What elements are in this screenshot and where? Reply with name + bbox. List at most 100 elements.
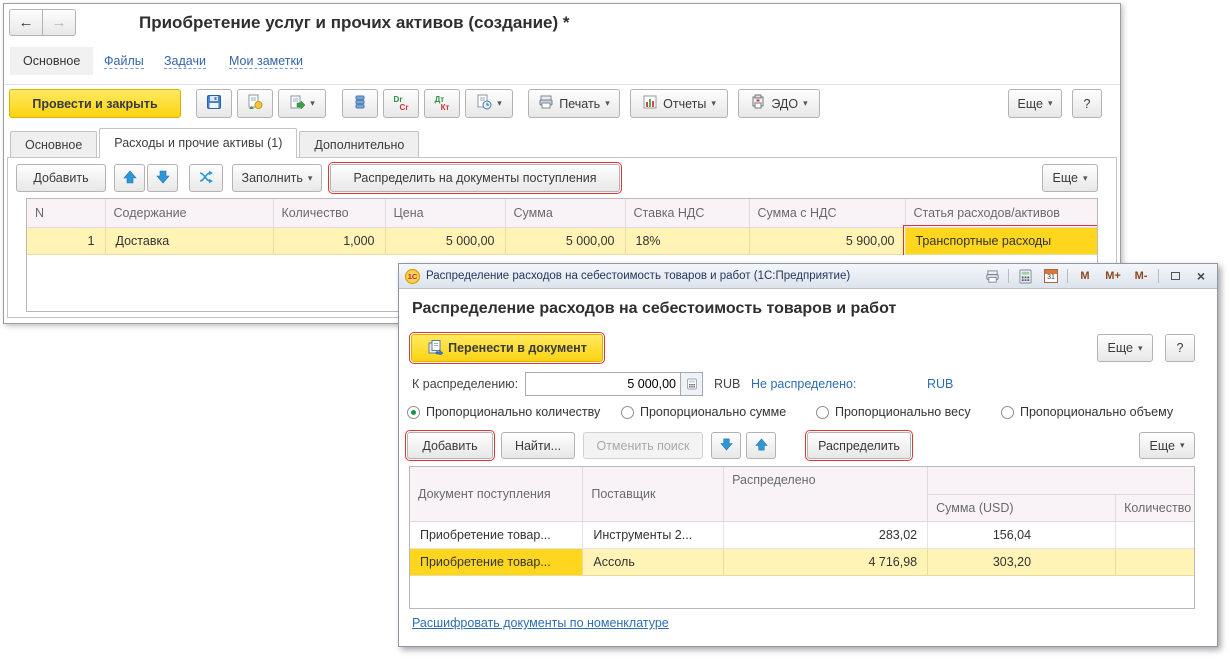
distribution-dialog: 1С Распределение расходов на себестоимос… bbox=[398, 263, 1218, 647]
dialog-help-button[interactable]: ? bbox=[1165, 334, 1195, 362]
drcr-icon: Dr Cr bbox=[393, 94, 409, 112]
back-button[interactable]: ← bbox=[9, 9, 43, 36]
tab-main[interactable]: Основное bbox=[10, 131, 98, 158]
history-menu-button[interactable]: ▾ bbox=[465, 89, 513, 118]
close-button[interactable]: × bbox=[1191, 267, 1211, 285]
col-group-header bbox=[927, 467, 1194, 495]
dialog-distribute-button[interactable]: Распределить bbox=[805, 430, 913, 461]
grid-empty-area bbox=[410, 575, 1194, 608]
dialog-titlebar[interactable]: 1С Распределение расходов на себестоимос… bbox=[399, 264, 1217, 289]
back-icon: ← bbox=[18, 14, 34, 31]
grid-more-button[interactable]: Еще ▾ bbox=[1042, 164, 1098, 192]
radio-by-volume[interactable]: Пропорционально объему bbox=[1001, 405, 1173, 419]
1c-logo-icon: 1С bbox=[405, 268, 420, 284]
table-row[interactable]: 1 Доставка 1,000 5 000,00 5 000,00 18% 5… bbox=[27, 225, 1097, 256]
reports-button[interactable]: Отчеты ▾ bbox=[630, 89, 728, 118]
col-supplier[interactable]: Поставщик bbox=[582, 467, 725, 522]
memory-mminus-button[interactable]: M- bbox=[1130, 270, 1152, 282]
nav-link-files[interactable]: Файлы bbox=[104, 54, 144, 69]
post-document-icon bbox=[247, 94, 263, 113]
tab-expenses[interactable]: Расходы и прочие активы (1) bbox=[99, 128, 298, 158]
dialog-move-down-button[interactable] bbox=[711, 432, 741, 459]
post-and-close-button[interactable]: Провести и закрыть bbox=[9, 89, 181, 118]
sort-button[interactable] bbox=[189, 164, 223, 192]
chevron-down-icon: ▾ bbox=[310, 98, 315, 108]
drcr-button[interactable]: Dr Cr bbox=[383, 89, 419, 118]
nav-item-main[interactable]: Основное bbox=[10, 47, 94, 75]
dialog-grid-more-button[interactable]: Еще ▾ bbox=[1139, 432, 1195, 459]
col-vat-rate[interactable]: Ставка НДС bbox=[624, 199, 750, 228]
calendar-icon[interactable]: 31 bbox=[1041, 267, 1061, 285]
more-button[interactable]: Еще ▾ bbox=[1008, 89, 1062, 118]
calculator-dropdown-button[interactable] bbox=[680, 373, 702, 395]
divider bbox=[1158, 269, 1159, 283]
not-distributed-currency[interactable]: RUB bbox=[927, 377, 953, 391]
page-title: Приобретение услуг и прочих активов (соз… bbox=[139, 13, 570, 32]
fill-menu-button[interactable]: Заполнить ▾ bbox=[232, 164, 322, 192]
col-expense-item[interactable]: Статья расходов/активов bbox=[904, 199, 1097, 228]
tab-additional[interactable]: Дополнительно bbox=[299, 131, 420, 158]
decrypt-documents-link[interactable]: Расшифровать документы по номенклатуре bbox=[412, 616, 669, 630]
not-distributed-label[interactable]: Не распределено: bbox=[751, 377, 856, 391]
grid-header-row: N Содержание Количество Цена Сумма Ставк… bbox=[27, 199, 1097, 228]
history-nav: ← → bbox=[9, 9, 76, 36]
dtkt-icon: Дт Кт bbox=[434, 94, 450, 112]
expense-item-cell[interactable]: Транспортные расходы bbox=[903, 225, 1097, 256]
col-content[interactable]: Содержание bbox=[104, 199, 274, 228]
find-button[interactable]: Найти... bbox=[501, 432, 575, 459]
divider bbox=[1008, 269, 1009, 283]
dialog-move-up-button[interactable] bbox=[746, 432, 776, 459]
add-row-button[interactable]: Добавить bbox=[16, 164, 106, 192]
col-sum-vat[interactable]: Сумма с НДС bbox=[748, 199, 906, 228]
col-n[interactable]: N bbox=[27, 199, 106, 228]
radio-by-sum[interactable]: Пропорционально сумме bbox=[621, 405, 786, 419]
arrow-up-icon bbox=[754, 438, 768, 454]
distribute-to-receipts-button[interactable]: Распределить на документы поступления bbox=[328, 162, 622, 194]
col-sum[interactable]: Сумма bbox=[504, 199, 626, 228]
restore-window-button[interactable] bbox=[1165, 267, 1185, 285]
titlebar-print-icon[interactable] bbox=[982, 267, 1002, 285]
report-chart-icon bbox=[642, 94, 658, 113]
radio-by-quantity[interactable]: Пропорционально количеству bbox=[407, 405, 600, 419]
post-document-button[interactable] bbox=[237, 89, 273, 118]
post-menu-icon bbox=[289, 94, 306, 113]
col-qty[interactable]: Количество bbox=[272, 199, 386, 228]
help-button[interactable]: ? bbox=[1072, 89, 1102, 118]
nav-link-notes[interactable]: Мои заметки bbox=[229, 54, 303, 69]
col-distributed[interactable]: Распределено bbox=[723, 467, 929, 522]
divider bbox=[4, 84, 1120, 85]
transfer-to-document-button[interactable]: Перенести в документ bbox=[409, 332, 605, 364]
col-price[interactable]: Цена bbox=[384, 199, 506, 228]
nav-link-tasks[interactable]: Задачи bbox=[164, 54, 206, 69]
print-button[interactable]: Печать ▾ bbox=[528, 89, 620, 118]
memory-mplus-button[interactable]: M+ bbox=[1102, 270, 1124, 282]
divider bbox=[1067, 269, 1068, 283]
memory-m-button[interactable]: M bbox=[1074, 270, 1096, 282]
table-row[interactable]: Приобретение товар... Ассоль 4 716,98 30… bbox=[410, 547, 1194, 576]
dialog-heading: Распределение расходов на себестоимость … bbox=[412, 300, 897, 317]
arrow-up-icon bbox=[122, 170, 137, 187]
to-distribute-input[interactable] bbox=[526, 373, 680, 395]
save-icon bbox=[206, 94, 222, 113]
current-cell[interactable]: Приобретение товар... bbox=[410, 547, 584, 576]
table-row[interactable]: Приобретение товар... Инструменты 2... 2… bbox=[410, 520, 1194, 549]
move-up-button[interactable] bbox=[114, 164, 145, 192]
move-down-button[interactable] bbox=[147, 164, 178, 192]
dialog-add-button[interactable]: Добавить bbox=[405, 430, 495, 461]
edo-button[interactable]: ЭДО ▾ bbox=[738, 89, 820, 118]
dtkt-button[interactable]: Дт Кт bbox=[424, 89, 460, 118]
dialog-more-button[interactable]: Еще ▾ bbox=[1097, 334, 1153, 362]
col-quantity[interactable]: Количество bbox=[1115, 494, 1194, 522]
chevron-down-icon: ▾ bbox=[1137, 342, 1143, 353]
forward-button[interactable]: → bbox=[42, 9, 76, 36]
col-sum-usd[interactable]: Сумма (USD) bbox=[927, 494, 1117, 522]
col-receipt-doc[interactable]: Документ поступления bbox=[410, 467, 584, 522]
post-menu-button[interactable]: ▾ bbox=[278, 89, 326, 118]
arrow-down-icon bbox=[719, 438, 733, 454]
radio-by-weight[interactable]: Пропорционально весу bbox=[816, 405, 971, 419]
calculator-icon[interactable] bbox=[1015, 267, 1035, 285]
forward-icon: → bbox=[51, 14, 67, 31]
save-button[interactable] bbox=[196, 89, 232, 118]
register-records-button[interactable] bbox=[342, 89, 378, 118]
chevron-down-icon: ▾ bbox=[497, 98, 502, 108]
